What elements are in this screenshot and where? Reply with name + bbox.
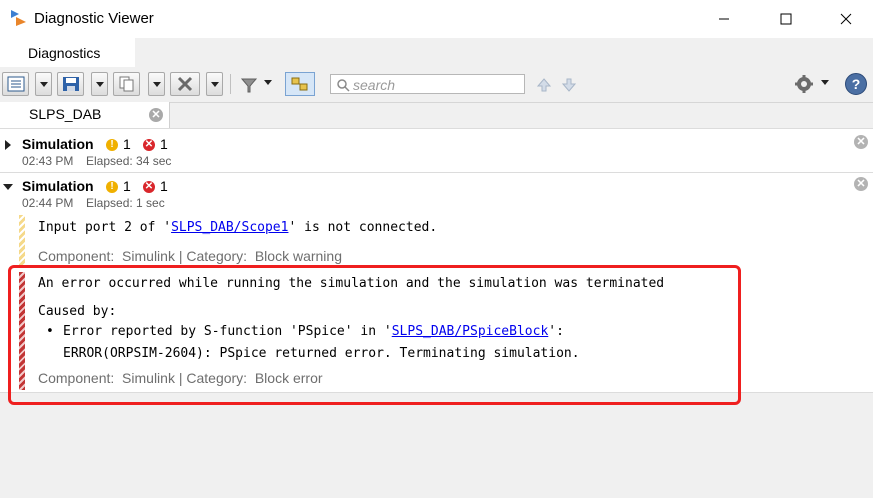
gear-icon — [795, 75, 813, 93]
chevron-down-icon — [210, 81, 219, 87]
arrow-down-icon — [561, 78, 577, 92]
session-time: 02:44 PM — [22, 196, 74, 210]
minimize-button[interactable] — [701, 0, 747, 38]
error-icon: ✕ — [143, 181, 155, 193]
warning-text: ' is not connected. — [288, 220, 438, 235]
expand-toggle[interactable] — [5, 140, 11, 150]
search-next-button[interactable] — [561, 77, 577, 96]
tab-slps-dab-label: SLPS_DAB — [29, 106, 102, 122]
warning-severity-bar — [19, 215, 25, 266]
error-icon: ✕ — [143, 139, 155, 151]
remove-session-button[interactable]: ✕ — [854, 135, 868, 149]
remove-session-button[interactable]: ✕ — [854, 177, 868, 191]
copy-dropdown[interactable] — [148, 72, 165, 96]
toolbar-divider — [230, 74, 231, 94]
close-icon: ✕ — [856, 136, 866, 148]
clear-x-icon — [177, 76, 193, 92]
chevron-right-icon — [5, 140, 11, 150]
chevron-down-icon — [821, 80, 829, 85]
arrow-up-icon — [536, 78, 552, 92]
warning-component: Component: Simulink | Category: Block wa… — [38, 248, 342, 264]
error-count: 1 — [160, 136, 168, 152]
save-icon — [62, 77, 79, 91]
tab-slps-dab[interactable]: SLPS_DAB ✕ — [0, 102, 170, 128]
copy-icon — [119, 76, 133, 92]
close-tab-icon[interactable]: ✕ — [149, 108, 163, 122]
session-title[interactable]: Simulation — [22, 136, 94, 152]
view-report-dropdown[interactable] — [35, 72, 52, 96]
search-input[interactable]: search — [330, 74, 525, 94]
chevron-down-icon — [152, 81, 161, 87]
highlight-box — [8, 265, 741, 405]
search-previous-button[interactable] — [536, 77, 552, 96]
collapse-toggle[interactable] — [3, 184, 13, 190]
warning-message: Input port 2 of 'SLPS_DAB/Scope1' is not… — [38, 220, 437, 235]
chevron-down-icon — [264, 80, 272, 85]
divider — [0, 172, 873, 173]
error-count: 1 — [160, 178, 168, 194]
chevron-down-icon — [39, 81, 48, 87]
chevron-down-icon — [3, 184, 13, 190]
save-dropdown[interactable] — [91, 72, 108, 96]
clear-dropdown[interactable] — [206, 72, 223, 96]
session-title[interactable]: Simulation — [22, 178, 94, 194]
tab-diagnostics-label: Diagnostics — [28, 45, 101, 61]
chevron-down-icon — [95, 81, 104, 87]
help-button[interactable]: ? — [845, 73, 867, 95]
session-elapsed: Elapsed: 1 sec — [86, 196, 165, 210]
group-by-button[interactable] — [285, 72, 315, 96]
warning-icon: ! — [106, 139, 118, 151]
scope1-link[interactable]: SLPS_DAB/Scope1 — [171, 220, 288, 235]
warning-count: 1 — [123, 136, 131, 152]
warning-count: 1 — [123, 178, 131, 194]
window-title: Diagnostic Viewer — [34, 10, 154, 27]
maximize-button[interactable] — [763, 0, 809, 38]
copy-button[interactable] — [113, 72, 140, 96]
filter-dropdown[interactable] — [264, 80, 272, 85]
maximize-icon — [780, 13, 792, 25]
session-elapsed: Elapsed: 34 sec — [86, 154, 172, 168]
settings-button[interactable] — [794, 74, 814, 97]
divider — [0, 128, 873, 129]
close-icon: ✕ — [856, 178, 866, 190]
search-placeholder: search — [353, 77, 396, 93]
group-icon — [291, 77, 308, 91]
save-button[interactable] — [57, 72, 84, 96]
filter-button[interactable] — [238, 74, 260, 96]
search-icon — [337, 79, 350, 92]
settings-dropdown[interactable] — [821, 80, 829, 85]
diagnostic-viewer-app-icon — [11, 10, 26, 26]
tab-diagnostics[interactable]: Diagnostics — [0, 38, 135, 68]
warning-text: Input port 2 of ' — [38, 220, 172, 235]
session-time: 02:43 PM — [22, 154, 74, 168]
clear-button[interactable] — [170, 72, 200, 96]
warning-icon: ! — [106, 181, 118, 193]
close-window-button[interactable] — [823, 0, 869, 38]
close-icon — [840, 13, 852, 25]
filter-funnel-icon — [240, 78, 258, 93]
view-report-button[interactable] — [2, 72, 29, 96]
report-icon — [7, 76, 24, 92]
minimize-icon — [719, 18, 729, 20]
help-icon: ? — [851, 76, 861, 92]
